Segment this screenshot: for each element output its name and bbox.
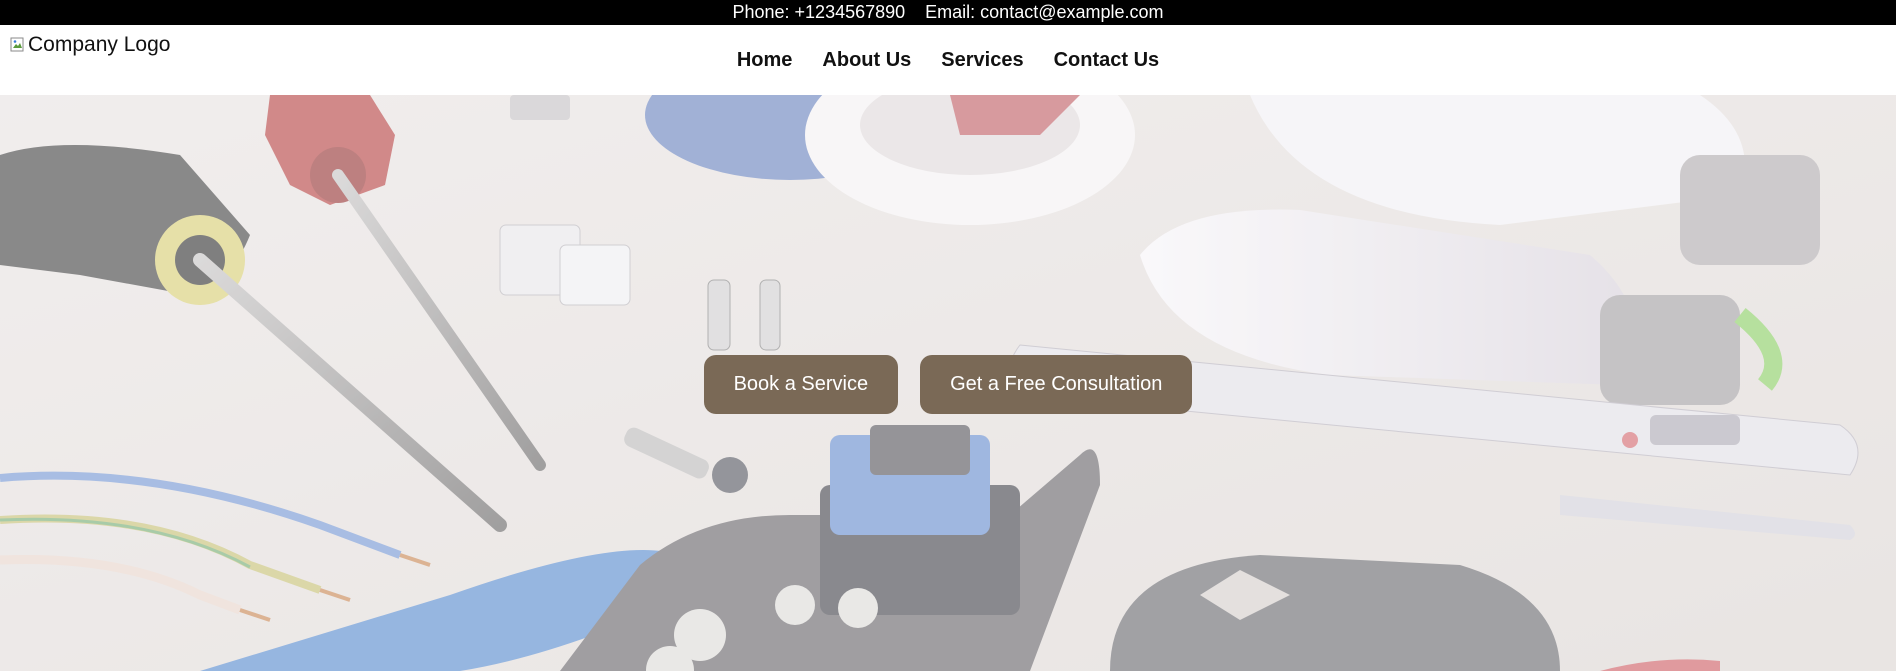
main-nav: Home About Us Services Contact Us xyxy=(0,25,1896,95)
email-text: Email: contact@example.com xyxy=(925,2,1164,22)
nav-contact-us[interactable]: Contact Us xyxy=(1054,49,1160,72)
cta-buttons: Book a Service Get a Free Consultation xyxy=(0,355,1896,414)
book-service-button[interactable]: Book a Service xyxy=(703,355,899,414)
nav-about-us[interactable]: About Us xyxy=(822,49,911,72)
phone-text: Phone: +1234567890 xyxy=(732,2,906,22)
nav-home[interactable]: Home xyxy=(737,49,793,72)
contact-topbar: Phone: +1234567890 Email: contact@exampl… xyxy=(0,0,1896,25)
site-header: Company Logo Home About Us Services Cont… xyxy=(0,25,1896,95)
hero-section: Book a Service Get a Free Consultation xyxy=(0,95,1896,671)
free-consultation-button[interactable]: Get a Free Consultation xyxy=(920,355,1193,414)
nav-services[interactable]: Services xyxy=(941,49,1023,72)
